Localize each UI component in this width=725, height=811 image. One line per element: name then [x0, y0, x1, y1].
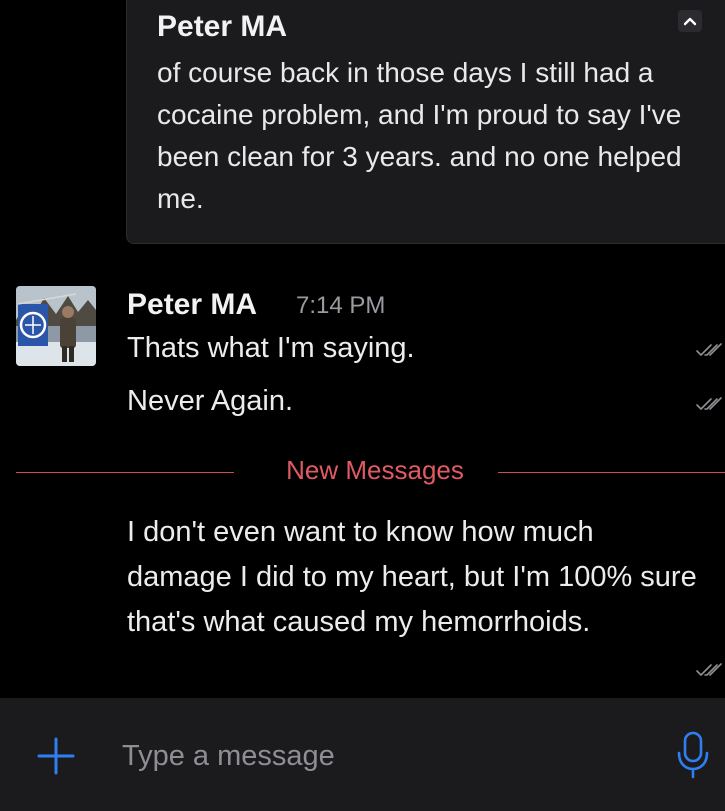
new-messages-divider-line [498, 472, 725, 473]
message-author[interactable]: Peter MA [127, 288, 257, 322]
chevron-up-icon [683, 17, 697, 26]
message-input[interactable] [122, 734, 642, 778]
double-check-icon [696, 663, 722, 676]
message-text: Never Again. [127, 385, 294, 417]
double-check-icon [696, 397, 722, 410]
voice-message-button[interactable] [676, 730, 710, 780]
quoted-message-author: Peter MA [157, 10, 288, 43]
message-timestamp: 7:14 PM [296, 292, 386, 319]
quoted-message-text: of course back in those days I still had… [157, 57, 682, 214]
double-check-icon [696, 343, 722, 356]
avatar[interactable] [16, 286, 96, 366]
new-messages-divider-line [16, 472, 234, 473]
collapse-button[interactable] [678, 10, 702, 32]
new-messages-label: New Messages [286, 455, 464, 485]
plus-icon [37, 737, 75, 775]
avatar-image [16, 286, 96, 366]
message-text: Thats what I'm saying. [127, 332, 415, 364]
microphone-icon [677, 731, 709, 779]
message-text: I don't even want to know how much damag… [127, 516, 697, 638]
attach-button[interactable] [36, 736, 76, 776]
